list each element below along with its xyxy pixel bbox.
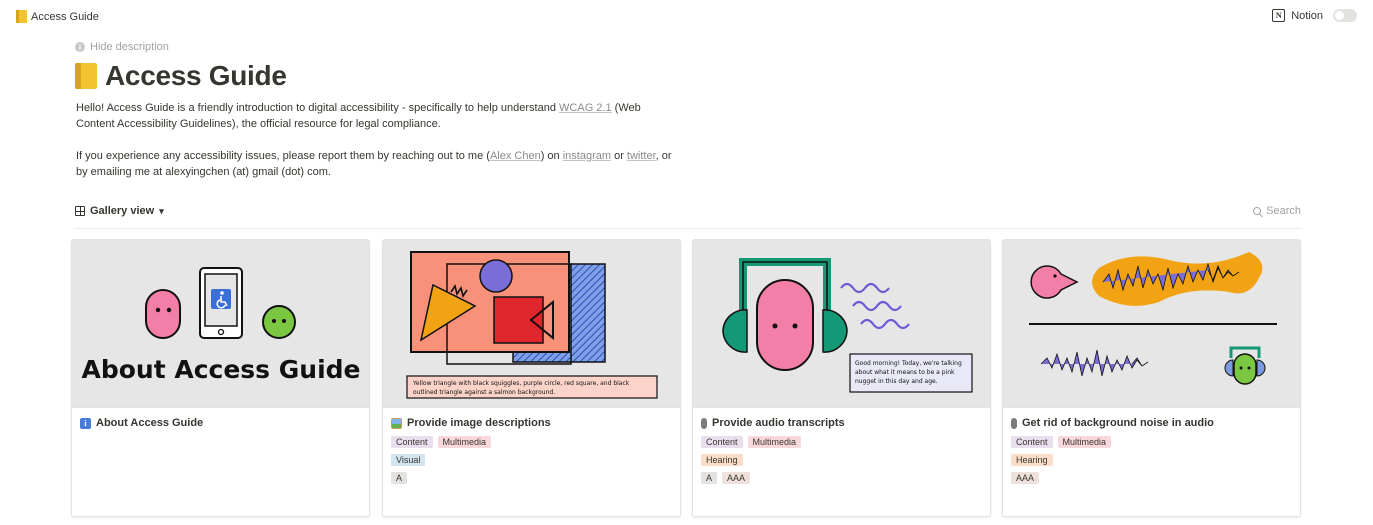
cover-caption-line: Yellow triangle with black squiggles, pu… <box>412 380 630 387</box>
info-icon: i <box>75 42 85 52</box>
tag-row: Content Multimedia <box>701 436 982 448</box>
alex-chen-link[interactable]: Alex Chen <box>490 150 541 162</box>
tag-level-a: A <box>391 472 408 484</box>
gallery-card[interactable]: Get rid of background noise in audio Con… <box>1002 239 1301 517</box>
gallery-card[interactable]: About Access Guide i About Access Guide <box>71 239 370 517</box>
tag-multimedia: Multimedia <box>1057 436 1112 448</box>
image-description-cover-illustration: Yellow triangle with black squiggles, pu… <box>406 251 658 399</box>
tag-content: Content <box>701 436 743 448</box>
description-paragraph-2: If you experience any accessibility issu… <box>76 148 676 180</box>
microphone-icon <box>1011 417 1017 429</box>
card-title-text: Get rid of background noise in audio <box>1022 417 1214 429</box>
chevron-down-icon: ▾ <box>159 205 164 216</box>
picture-icon <box>391 417 402 429</box>
wcag-link[interactable]: WCAG 2.1 <box>559 102 612 114</box>
instagram-link[interactable]: instagram <box>563 150 611 162</box>
card-cover: About Access Guide <box>72 240 369 408</box>
view-switcher[interactable]: Gallery view ▾ <box>75 205 164 217</box>
description-text: ) on <box>540 150 563 162</box>
tag-level-a: A <box>701 472 718 484</box>
description-text: or <box>611 150 627 162</box>
microphone-icon <box>701 417 707 429</box>
cover-bubble-line: Good morning! Today, we're talking <box>855 360 962 367</box>
card-title-text: Provide audio transcripts <box>712 417 845 429</box>
description-text: Hello! Access Guide is a friendly introd… <box>76 102 560 114</box>
twitter-link[interactable]: twitter <box>627 150 656 162</box>
tag-hearing: Hearing <box>701 454 743 466</box>
view-name-label: Gallery view <box>90 205 155 217</box>
card-title: Provide image descriptions <box>391 417 672 429</box>
audio-transcript-cover-illustration: Good morning! Today, we're talking about… <box>722 258 973 393</box>
notion-logo-icon: N <box>1272 9 1286 22</box>
tag-content: Content <box>1011 436 1053 448</box>
tag-multimedia: Multimedia <box>437 436 492 448</box>
card-title: Provide audio transcripts <box>701 417 982 429</box>
view-bar: Gallery view ▾ Search <box>75 203 1301 229</box>
tag-row: A AAA <box>701 472 982 484</box>
tag-row: Hearing <box>1011 454 1292 466</box>
page-description: Hello! Access Guide is a friendly introd… <box>76 100 676 196</box>
tag-row: Content Multimedia <box>391 436 672 448</box>
tag-row: A <box>391 472 672 484</box>
about-cover-illustration: About Access Guide <box>81 267 361 384</box>
search-label: Search <box>1266 205 1301 217</box>
description-paragraph-1: Hello! Access Guide is a friendly introd… <box>76 100 676 132</box>
search-icon <box>1253 207 1262 215</box>
cover-bubble-line: about what it means to be a pink <box>855 369 955 376</box>
gallery-card[interactable]: Yellow triangle with black squiggles, pu… <box>382 239 681 517</box>
page-title: Access Guide <box>75 60 287 92</box>
workspace-label[interactable]: Notion <box>1291 10 1323 22</box>
page-title-text: Access Guide <box>105 60 287 91</box>
card-title: Get rid of background noise in audio <box>1011 417 1292 429</box>
tag-level-aaa: AAA <box>1011 472 1040 484</box>
cover-title: About Access Guide <box>81 355 360 384</box>
notebook-icon <box>75 63 97 89</box>
tag-multimedia: Multimedia <box>747 436 802 448</box>
topbar: Access Guide N Notion <box>0 0 1373 34</box>
card-title-text: About Access Guide <box>96 417 204 429</box>
cover-caption-line: outlined triangle against a salmon backg… <box>413 389 555 396</box>
tag-visual: Visual <box>391 454 426 466</box>
card-cover <box>1003 240 1300 408</box>
tag-row: AAA <box>1011 472 1292 484</box>
breadcrumb[interactable]: Access Guide <box>16 10 99 23</box>
tag-row: Content Multimedia <box>1011 436 1292 448</box>
noise-cover-illustration <box>1029 252 1277 385</box>
notebook-icon <box>16 10 27 23</box>
cover-bubble-line: nugget in this day and age. <box>855 378 938 385</box>
hide-description-button[interactable]: i Hide description <box>75 41 169 53</box>
gallery-card[interactable]: Good morning! Today, we're talking about… <box>692 239 991 517</box>
search-button[interactable]: Search <box>1253 205 1301 217</box>
card-title: i About Access Guide <box>80 417 361 429</box>
card-cover: Good morning! Today, we're talking about… <box>693 240 990 408</box>
tag-hearing: Hearing <box>1011 454 1053 466</box>
description-text: If you experience any accessibility issu… <box>76 150 490 162</box>
tag-row: Hearing <box>701 454 982 466</box>
card-title-text: Provide image descriptions <box>407 417 551 429</box>
breadcrumb-label: Access Guide <box>31 10 99 23</box>
hide-description-label: Hide description <box>90 41 169 53</box>
gallery-icon <box>75 206 85 216</box>
info-icon: i <box>80 417 91 429</box>
tag-row: Visual <box>391 454 672 466</box>
theme-toggle[interactable] <box>1333 9 1357 22</box>
card-cover: Yellow triangle with black squiggles, pu… <box>383 240 680 408</box>
tag-content: Content <box>391 436 433 448</box>
tag-level-aaa: AAA <box>722 472 751 484</box>
topbar-right: N Notion <box>1272 9 1357 22</box>
